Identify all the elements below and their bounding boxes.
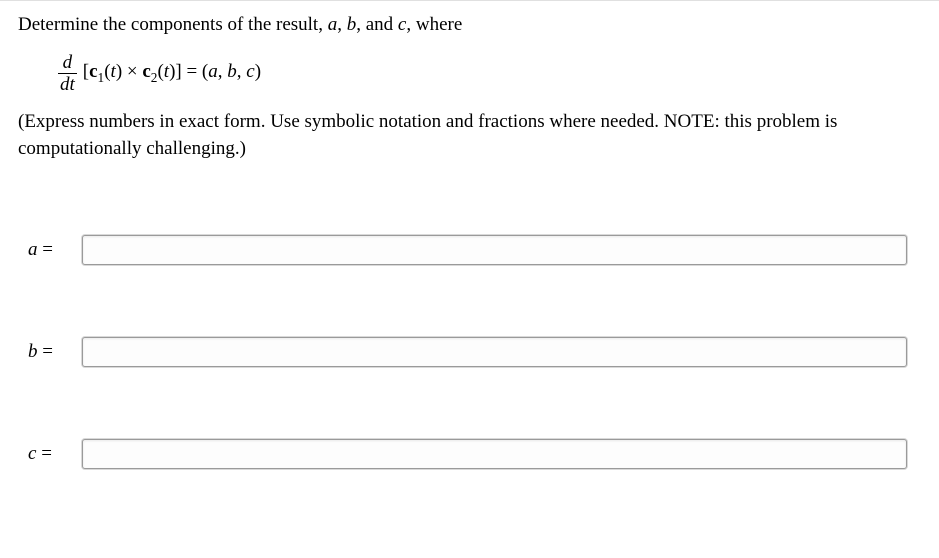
equation-body: [c1(t) × c2(t)] = (a, b, c) (83, 61, 261, 86)
prompt-text-post: , where (406, 14, 462, 35)
label-a: a = (28, 239, 66, 261)
label-c: c = (28, 443, 66, 465)
answer-row-b: b = (28, 337, 907, 367)
label-b: b = (28, 341, 66, 363)
input-b[interactable] (82, 337, 907, 367)
var-b: b (347, 14, 357, 35)
question-note: (Express numbers in exact form. Use symb… (18, 108, 921, 163)
equation: d dt [c1(t) × c2(t)] = (a, b, c) (58, 53, 921, 94)
fraction-num: d (61, 53, 75, 73)
var-a: a (328, 14, 338, 35)
input-a[interactable] (82, 235, 907, 265)
fraction-d-dt: d dt (58, 53, 77, 94)
answer-row-c: c = (28, 439, 907, 469)
prompt-sep1: , (337, 14, 347, 35)
input-c[interactable] (82, 439, 907, 469)
answer-row-a: a = (28, 235, 907, 265)
answers-block: a = b = c = (18, 235, 921, 469)
question-prompt: Determine the components of the result, … (18, 11, 921, 39)
prompt-text-pre: Determine the components of the result, (18, 14, 328, 35)
fraction-den: dt (58, 73, 77, 94)
question-page: Determine the components of the result, … (0, 0, 939, 558)
prompt-sep2: , and (356, 14, 398, 35)
